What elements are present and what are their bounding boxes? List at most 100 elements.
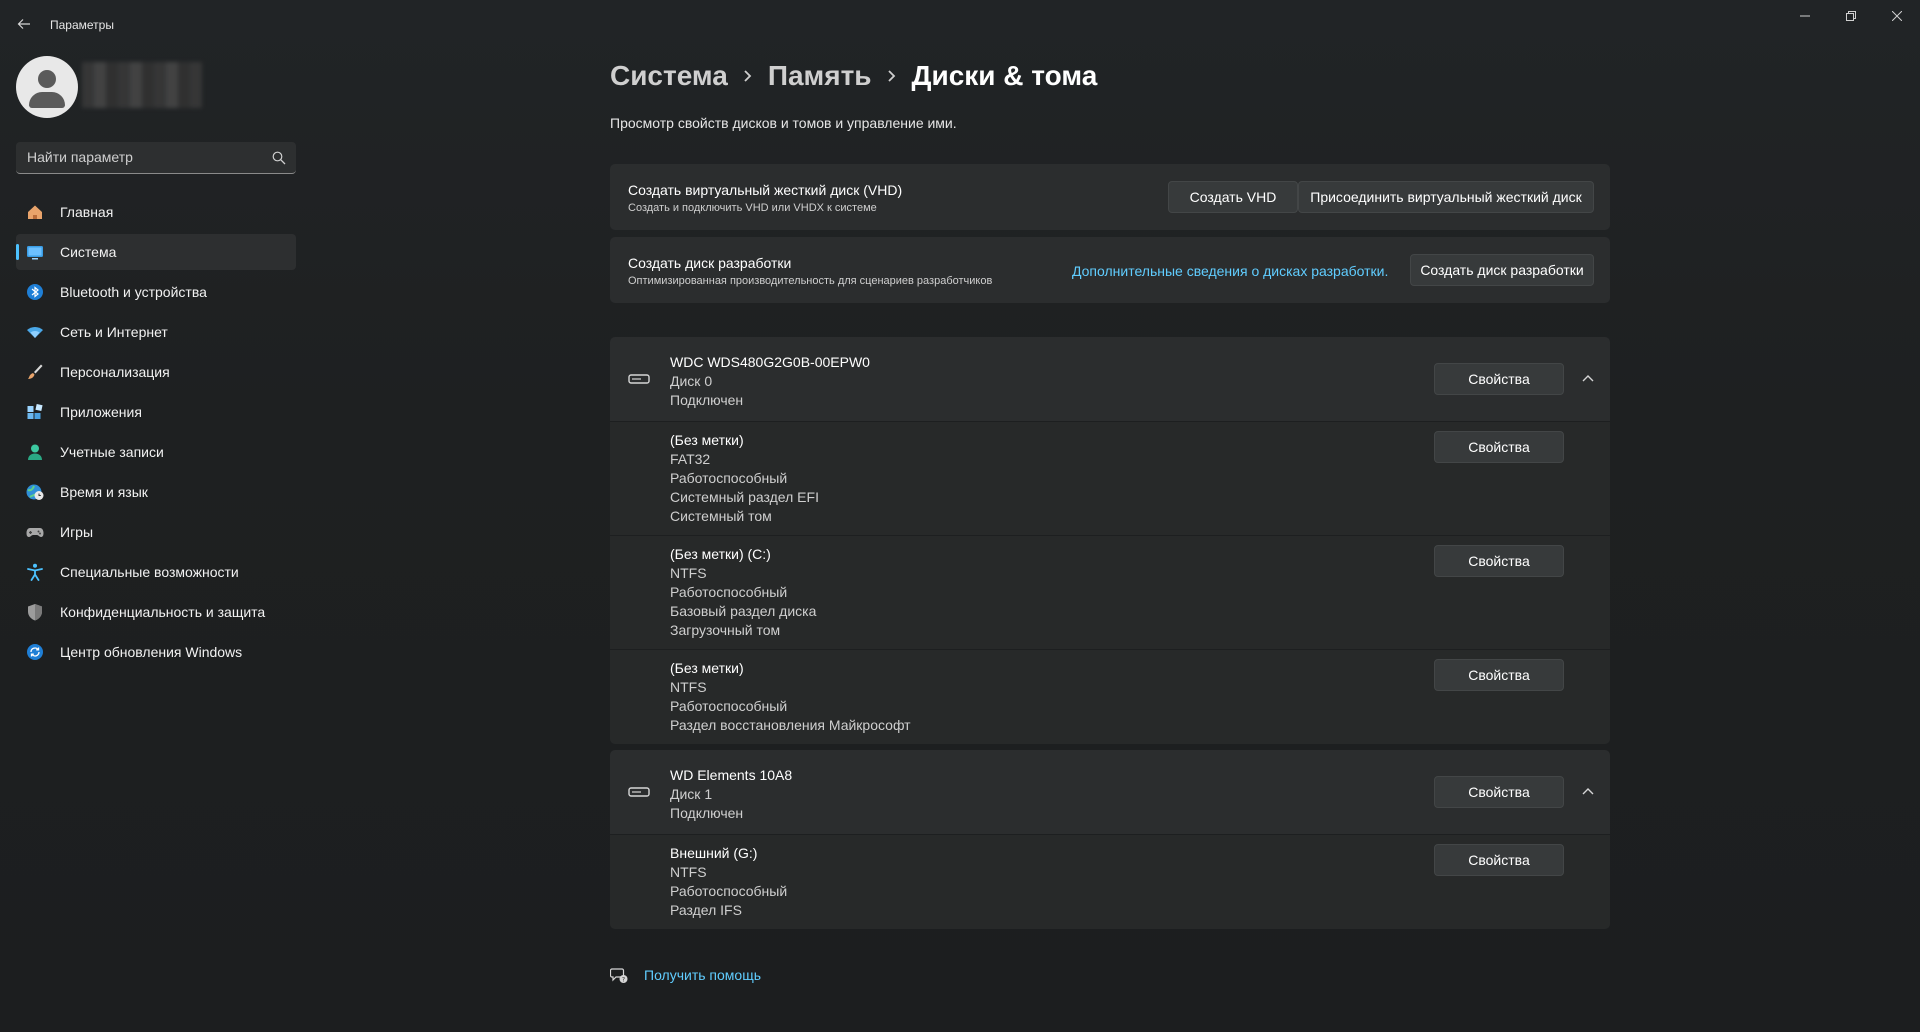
partition-detail: Загрузочный том (670, 622, 781, 638)
breadcrumb: Система Память Диски & тома (610, 56, 1097, 96)
app-title: Параметры (50, 18, 114, 32)
partition-row: Внешний (G:) NTFS Работоспособный Раздел… (610, 834, 1610, 929)
monitor-icon (26, 243, 44, 261)
chevron-right-icon (886, 69, 898, 83)
back-button[interactable] (10, 10, 38, 38)
sidebar-item-bluetooth[interactable]: Bluetooth и устройства (16, 274, 296, 310)
disk-status: Подключен (670, 392, 744, 408)
search-field[interactable] (16, 142, 296, 174)
partition-row: (Без метки) (C:) NTFS Работоспособный Ба… (610, 535, 1610, 649)
globe-clock-icon (26, 483, 44, 501)
chevron-up-icon[interactable] (1580, 371, 1596, 387)
title-bar: Параметры (0, 0, 1920, 48)
disk-name: WD Elements 10A8 (670, 767, 793, 783)
partition-properties-button[interactable]: Свойства (1434, 659, 1564, 691)
avatar (16, 56, 78, 118)
drive-icon (628, 787, 650, 797)
sidebar-item-network[interactable]: Сеть и Интернет (16, 314, 296, 350)
partition-label: (Без метки) (670, 432, 744, 448)
partition-detail: Работоспособный (670, 584, 788, 600)
search-input[interactable] (16, 142, 266, 172)
page-description: Просмотр свойств дисков и томов и управл… (610, 115, 957, 131)
sidebar-item-system[interactable]: Система (16, 234, 296, 270)
disk-properties-button[interactable]: Свойства (1434, 363, 1564, 395)
dev-drive-card: Создать диск разработки Оптимизированная… (610, 237, 1610, 303)
sidebar-item-accounts[interactable]: Учетные записи (16, 434, 296, 470)
svg-text:?: ? (622, 976, 625, 983)
drive-icon (628, 374, 650, 384)
vhd-card-subtitle: Создать и подключить VHD или VHDX к сист… (628, 202, 877, 214)
gamepad-icon (26, 523, 44, 541)
create-vhd-button[interactable]: Создать VHD (1168, 181, 1298, 213)
user-name-redacted (82, 62, 202, 108)
home-icon (26, 203, 44, 221)
avatar-body-icon (29, 92, 65, 108)
wifi-icon (26, 323, 44, 341)
partition-detail: Работоспособный (670, 883, 788, 899)
maximize-icon (1846, 11, 1856, 21)
disk-header[interactable]: WDC WDS480G2G0B-00EPW0 Диск 0 Подключен … (610, 337, 1610, 421)
attach-vhd-button[interactable]: Присоединить виртуальный жесткий диск (1298, 181, 1594, 213)
disk-group-0: WDC WDS480G2G0B-00EPW0 Диск 0 Подключен … (610, 337, 1610, 744)
accessibility-icon (26, 563, 44, 581)
brush-icon (26, 363, 44, 381)
partition-label: (Без метки) (C:) (670, 546, 771, 562)
sidebar-nav: Главная Система Bluetooth и устройства С… (16, 194, 296, 674)
vhd-card: Создать виртуальный жесткий диск (VHD) С… (610, 164, 1610, 230)
user-profile[interactable] (16, 56, 296, 118)
partition-detail: Работоспособный (670, 470, 788, 486)
chevron-right-icon (742, 69, 754, 83)
partition-detail: Системный раздел EFI (670, 489, 819, 505)
bluetooth-icon (26, 283, 44, 301)
partition-row: (Без метки) FAT32 Работоспособный Систем… (610, 421, 1610, 535)
minimize-icon (1800, 15, 1810, 17)
partition-detail: Работоспособный (670, 698, 788, 714)
partition-detail: FAT32 (670, 451, 711, 467)
sidebar-item-apps[interactable]: Приложения (16, 394, 296, 430)
avatar-head-icon (38, 70, 56, 88)
partition-detail: NTFS (670, 565, 707, 581)
search-icon[interactable] (272, 151, 286, 165)
partition-properties-button[interactable]: Свойства (1434, 844, 1564, 876)
chevron-up-icon[interactable] (1580, 784, 1596, 800)
help-chat-icon: ? (610, 968, 628, 983)
maximize-button[interactable] (1828, 0, 1874, 32)
minimize-button[interactable] (1782, 0, 1828, 32)
partition-detail: NTFS (670, 864, 707, 880)
disk-number: Диск 0 (670, 373, 713, 389)
shield-icon (26, 603, 44, 621)
partition-label: (Без метки) (670, 660, 744, 676)
disk-status: Подключен (670, 805, 744, 821)
partition-properties-button[interactable]: Свойства (1434, 431, 1564, 463)
disk-header[interactable]: WD Elements 10A8 Диск 1 Подключен Свойст… (610, 750, 1610, 834)
sidebar-item-gaming[interactable]: Игры (16, 514, 296, 550)
person-icon (26, 443, 44, 461)
partition-label: Внешний (G:) (670, 845, 758, 861)
close-button[interactable] (1874, 0, 1920, 32)
breadcrumb-system[interactable]: Система (610, 60, 728, 92)
sidebar-item-privacy[interactable]: Конфиденциальность и защита (16, 594, 296, 630)
update-icon (26, 643, 44, 661)
arrow-left-icon (17, 19, 30, 29)
sidebar-item-accessibility[interactable]: Специальные возможности (16, 554, 296, 590)
disk-name: WDC WDS480G2G0B-00EPW0 (670, 354, 870, 370)
breadcrumb-storage[interactable]: Память (768, 60, 872, 92)
partition-detail: Раздел восстановления Майкрософт (670, 717, 911, 733)
help-link[interactable]: Получить помощь (644, 967, 761, 983)
partition-detail: Раздел IFS (670, 902, 742, 918)
sidebar-item-personalization[interactable]: Персонализация (16, 354, 296, 390)
sidebar-item-home[interactable]: Главная (16, 194, 296, 230)
dev-drive-learn-more-link[interactable]: Дополнительные сведения о дисках разрабо… (1072, 263, 1388, 279)
sidebar-item-windows-update[interactable]: Центр обновления Windows (16, 634, 296, 670)
vhd-card-title: Создать виртуальный жесткий диск (VHD) (628, 182, 903, 198)
disk-properties-button[interactable]: Свойства (1434, 776, 1564, 808)
close-icon (1892, 11, 1902, 21)
page-title: Диски & тома (911, 60, 1098, 91)
apps-icon (26, 403, 44, 421)
partition-properties-button[interactable]: Свойства (1434, 545, 1564, 577)
sidebar-item-time-language[interactable]: Время и язык (16, 474, 296, 510)
partition-detail: Системный том (670, 508, 772, 524)
dev-drive-card-subtitle: Оптимизированная производительность для … (628, 275, 993, 287)
partition-detail: Базовый раздел диска (670, 603, 817, 619)
create-dev-drive-button[interactable]: Создать диск разработки (1410, 254, 1594, 286)
